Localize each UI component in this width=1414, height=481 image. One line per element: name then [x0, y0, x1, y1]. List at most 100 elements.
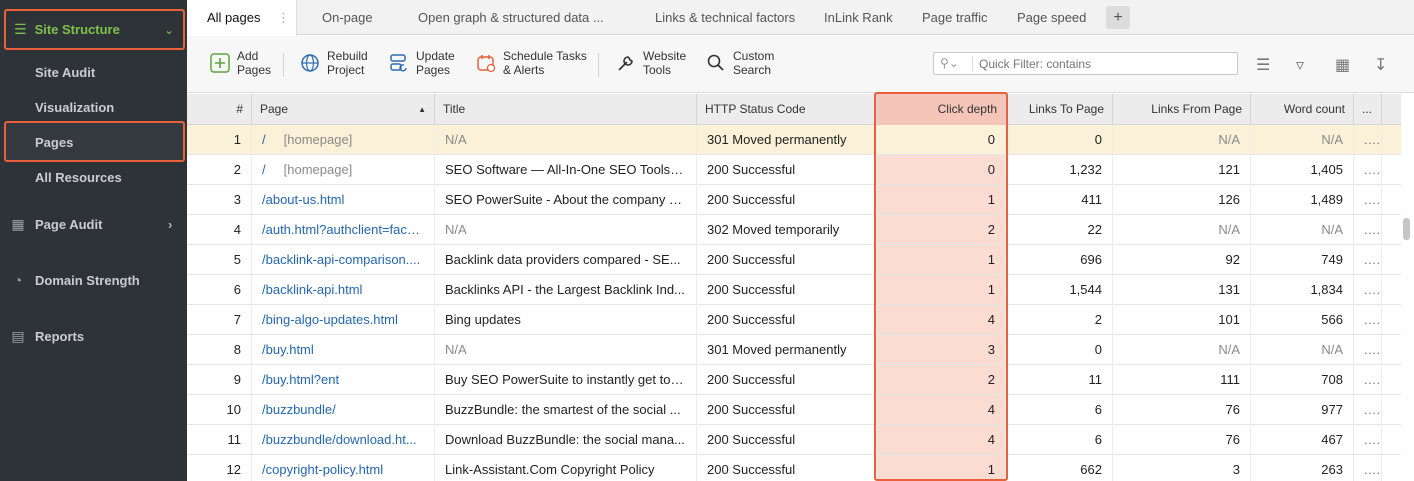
domain-strength-icon: ◔	[13, 272, 23, 288]
tab-open-graph[interactable]: Open graph & structured data ...	[418, 0, 604, 35]
list-view-icon[interactable]: ☰	[1256, 55, 1270, 75]
cell-from: N/A	[1113, 215, 1251, 245]
cell-from: 92	[1113, 245, 1251, 275]
sidebar: ☰ Site Structure ⌄ Site Audit Visualizat…	[0, 0, 187, 481]
sidebar-item-domain-strength[interactable]: ◔ Domain Strength	[10, 272, 140, 288]
tab-options-icon[interactable]: ⋮	[277, 0, 290, 35]
table-row[interactable]: 3/about-us.html SEO PowerSuite - About th…	[187, 185, 1401, 215]
rebuild-project-button[interactable]: Rebuild Project	[299, 49, 368, 77]
cell-words: N/A	[1251, 335, 1354, 365]
export-icon[interactable]: ↧	[1374, 55, 1387, 75]
cell-page[interactable]: /copyright-policy.html	[252, 455, 435, 481]
cell-from: 101	[1113, 305, 1251, 335]
table-row[interactable]: 10/buzzbundle/BuzzBundle: the smartest o…	[187, 395, 1401, 425]
table-row[interactable]: 1/[homepage] N/A 301 Moved permanently 0 0 N/…	[187, 125, 1401, 155]
cell-from: 126	[1113, 185, 1251, 215]
table-row[interactable]: 4/auth.html?authclient=face... N/A 302 Mov…	[187, 215, 1401, 245]
cell-status: 200 Successful	[697, 185, 877, 215]
site-structure-section[interactable]: ☰ Site Structure ⌄	[4, 9, 185, 50]
update-icon	[388, 52, 410, 74]
cell-depth: 3	[877, 335, 1006, 365]
cell-page[interactable]: /backlink-api.html	[252, 275, 435, 305]
header-more[interactable]: ...	[1354, 94, 1382, 125]
cell-title: Buy SEO PowerSuite to instantly get top …	[435, 365, 697, 395]
sidebar-item-visualization[interactable]: Visualization	[35, 100, 114, 115]
vertical-scrollbar-thumb[interactable]	[1403, 218, 1410, 240]
homepage-tag: [homepage]	[283, 132, 353, 147]
tab-inlink-rank[interactable]: InLink Rank	[824, 0, 893, 35]
sidebar-item-page-audit[interactable]: ▦ Page Audit ›	[10, 216, 172, 232]
header-http-status[interactable]: HTTP Status Code	[697, 94, 877, 125]
tab-links-technical[interactable]: Links & technical factors	[655, 0, 795, 35]
cell-title: SEO Software — All-In-One SEO Tools f...	[435, 155, 697, 185]
cell-to: 1,232	[1006, 155, 1113, 185]
cell-more: ...	[1354, 245, 1382, 275]
add-pages-button[interactable]: Add Pages	[209, 49, 271, 77]
tab-page-speed[interactable]: Page speed	[1017, 0, 1086, 35]
tab-on-page[interactable]: On-page	[322, 0, 373, 35]
sidebar-item-all-resources[interactable]: All Resources	[35, 170, 122, 185]
filter-icon[interactable]: ▿	[1296, 55, 1304, 75]
cell-page[interactable]: /bing-algo-updates.html	[252, 305, 435, 335]
cell-more: ...	[1354, 425, 1382, 455]
table-row[interactable]: 11/buzzbundle/download.ht... Download Buz…	[187, 425, 1401, 455]
cell-page[interactable]: / [homepage]	[252, 125, 435, 155]
tab-all-pages-label: All pages	[207, 10, 261, 25]
header-page[interactable]: Page ▲	[252, 94, 435, 125]
header-index[interactable]: #	[187, 94, 252, 125]
reports-label: Reports	[35, 328, 85, 344]
update-pages-button[interactable]: Update Pages	[388, 49, 455, 77]
page-url[interactable]: /	[262, 162, 266, 177]
header-title[interactable]: Title	[435, 94, 697, 125]
site-structure-icon: ☰	[14, 21, 27, 37]
cell-depth: 1	[877, 455, 1006, 481]
cell-to: 6	[1006, 425, 1113, 455]
header-links-from-page[interactable]: Links From Page	[1113, 94, 1251, 125]
schedule-tasks-button[interactable]: Schedule Tasks & Alerts	[475, 49, 587, 77]
cell-page[interactable]: /buy.html	[252, 335, 435, 365]
table-row[interactable]: 9/buy.html?ent Buy SEO PowerSuite to inst…	[187, 365, 1401, 395]
table-row[interactable]: 7/bing-algo-updates.html Bing updates 200 …	[187, 305, 1401, 335]
sidebar-item-pages[interactable]: Pages	[35, 135, 73, 150]
cell-title: Backlinks API - the Largest Backlink Ind…	[435, 275, 697, 305]
cell-status: 200 Successful	[697, 245, 877, 275]
cell-page[interactable]: /backlink-api-comparison....	[252, 245, 435, 275]
page-url[interactable]: /	[262, 132, 266, 147]
wrench-icon	[615, 52, 637, 74]
cell-title: N/A	[435, 215, 697, 245]
cell-n: 3	[187, 185, 252, 215]
cell-page[interactable]: /auth.html?authclient=face...	[252, 215, 435, 245]
add-pages-label: Add Pages	[237, 49, 272, 77]
filter-search-icon[interactable]: ⚲⌄	[940, 56, 959, 70]
cell-words: 467	[1251, 425, 1354, 455]
header-word-count[interactable]: Word count	[1251, 94, 1354, 125]
grid-view-icon[interactable]: ▦	[1335, 55, 1350, 75]
sidebar-item-reports[interactable]: ▤ Reports	[10, 328, 84, 344]
quick-filter-input[interactable]: ⚲⌄ Quick Filter: contains	[933, 52, 1238, 75]
custom-search-button[interactable]: Custom Search	[705, 49, 774, 77]
table-row[interactable]: 12/copyright-policy.html Link-Assistant.C…	[187, 455, 1401, 481]
table-row[interactable]: 8/buy.html N/A 301 Moved permanently 3 0 N/A N…	[187, 335, 1401, 365]
header-page-label: Page	[260, 102, 289, 116]
cell-words: 566	[1251, 305, 1354, 335]
header-click-depth[interactable]: Click depth	[877, 94, 1006, 125]
tab-page-traffic[interactable]: Page traffic	[922, 0, 988, 35]
cell-page[interactable]: /buzzbundle/download.ht...	[252, 425, 435, 455]
add-tab-button[interactable]: +	[1106, 6, 1130, 29]
website-tools-button[interactable]: Website Tools	[615, 49, 686, 77]
sidebar-item-site-audit[interactable]: Site Audit	[35, 65, 95, 80]
tab-all-pages[interactable]: All pages ⋮	[187, 0, 297, 36]
add-icon	[209, 52, 231, 74]
cell-page[interactable]: /buzzbundle/	[252, 395, 435, 425]
table-row[interactable]: 6/backlink-api.html Backlinks API - the L…	[187, 275, 1401, 305]
cell-n: 2	[187, 155, 252, 185]
table-row[interactable]: 2 / [homepage] SEO Software — All-In-One SE…	[187, 155, 1401, 185]
cell-page[interactable]: /about-us.html	[252, 185, 435, 215]
table-row[interactable]: 5/backlink-api-comparison.... Backlink da…	[187, 245, 1401, 275]
cell-page[interactable]: / [homepage]	[252, 155, 435, 185]
cell-words: 749	[1251, 245, 1354, 275]
reports-icon: ▤	[11, 328, 25, 344]
cell-page[interactable]: /buy.html?ent	[252, 365, 435, 395]
header-links-to-page[interactable]: Links To Page	[1006, 94, 1113, 125]
cell-depth: 0	[877, 125, 1006, 155]
